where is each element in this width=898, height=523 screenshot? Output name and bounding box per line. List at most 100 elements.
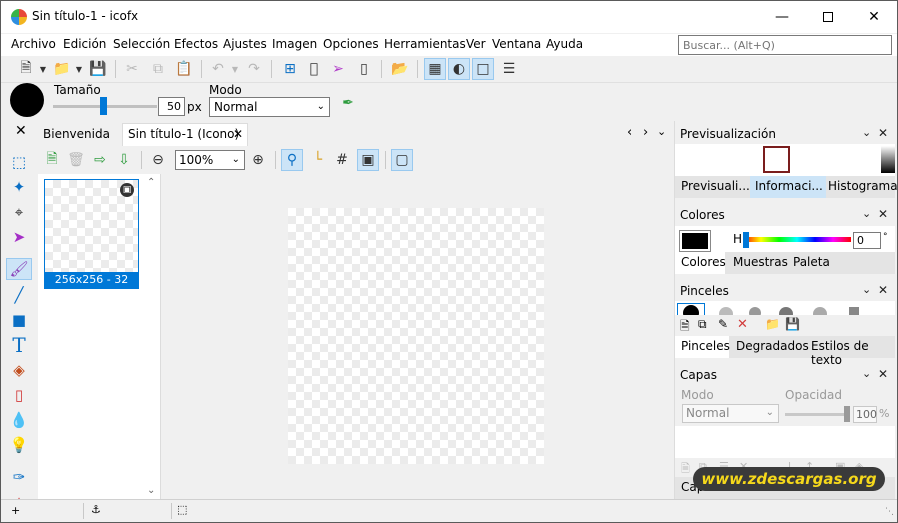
tool-blur[interactable]: 💧 [6,409,32,431]
tab-informacion[interactable]: Informaci... [755,179,823,193]
preview-background-swatch[interactable] [881,146,895,173]
open-dropdown-button[interactable]: ▼ [73,58,85,80]
panel-close-icon[interactable]: ✕ [878,126,888,140]
search-input[interactable] [678,35,892,55]
tool-rectangle[interactable]: ■ [6,309,32,331]
preview-button[interactable]: ▣ [357,149,379,171]
tab-estilos-texto[interactable]: Estilos de texto [811,339,895,367]
undo-dropdown-button[interactable]: ▼ [229,58,241,80]
tool-eraser[interactable]: ▯ [6,384,32,406]
menu-ver[interactable]: Ver [466,37,486,51]
new-file-button[interactable]: 🗎 [15,58,37,80]
selection-mode-button[interactable]: □ [472,58,494,80]
tab-histograma[interactable]: Histograma [828,179,897,193]
mode-select[interactable]: Normal ⌄ [209,97,330,117]
antialias-button[interactable]: ✒ [337,92,359,114]
canvas-bounds-button[interactable]: ▢ [391,149,413,171]
menu-ayuda[interactable]: Ayuda [546,37,583,51]
open-button[interactable]: 📁 [51,58,73,80]
layers-button[interactable]: ☰ [498,58,520,80]
panel-close-icon[interactable]: ✕ [878,367,888,381]
tab-muestras[interactable]: Muestras [733,255,788,269]
redo-button[interactable]: ↷ [243,58,265,80]
new-brush-icon[interactable]: 🗎 [680,317,690,338]
menu-imagen[interactable]: Imagen [272,37,317,51]
import-image-button[interactable]: ⇨ [89,149,111,171]
transparency-button[interactable]: ▦ [424,58,446,80]
tab-paleta[interactable]: Paleta [793,255,830,269]
hue-slider-thumb[interactable] [743,232,749,248]
tool-brush[interactable]: 🖌 [6,258,32,280]
cursor-button[interactable]: ➢ [327,58,349,80]
delete-image-button[interactable]: 🗑 [65,149,87,171]
tool-move[interactable]: ➤ [6,226,32,248]
zoom-select[interactable]: 100% ⌄ [175,150,245,170]
tab-document[interactable]: Sin título-1 (Icono) ✕ [122,123,248,146]
brush-preview[interactable] [719,307,733,315]
brush-preview[interactable] [779,307,793,315]
collapse-icon[interactable]: ⌄ [862,367,871,380]
menu-archivo[interactable]: Archivo [11,37,56,51]
tool-magic-wand[interactable]: ✦ [6,176,32,198]
mac-icon-button[interactable]:  [303,58,325,80]
delete-brush-icon[interactable]: ✕ [737,317,748,332]
menu-ajustes[interactable]: Ajustes [223,37,267,51]
zoom-out-button[interactable]: ⊖ [147,149,169,171]
maximize-button[interactable] [805,1,851,33]
menu-opciones[interactable]: Opciones [323,37,379,51]
brush-preview[interactable] [749,307,761,315]
paste-button[interactable]: 📋 [173,58,195,80]
zoom-in-button[interactable]: ⊕ [247,149,269,171]
brush-preview[interactable] [813,307,827,315]
scroll-down-icon[interactable]: ⌄ [147,485,155,496]
close-button[interactable]: ✕ [851,1,897,33]
mobile-icon-button[interactable]: ▯ [353,58,375,80]
tool-text[interactable]: T [6,333,32,357]
browse-button[interactable]: 📂 [389,58,411,80]
resize-grip-icon[interactable]: ⋱ [885,507,894,517]
tab-previsualizacion[interactable]: Previsuali... [681,179,750,193]
brush-color-swatch[interactable] [10,83,44,117]
tab-bienvenida[interactable]: Bienvenida [43,127,110,141]
tool-dodge[interactable]: 💡 [6,434,32,456]
layer-opacity-slider[interactable] [785,413,849,416]
scroll-up-icon[interactable]: ⌃ [147,177,155,188]
tab-list-icon[interactable]: ⌄ [657,125,666,138]
save-brush-icon[interactable]: 💾 [785,317,800,331]
tab-pinceles[interactable]: Pinceles [681,339,730,353]
grid-button[interactable]: # [331,149,353,171]
rulers-button[interactable]: └ [307,149,329,171]
tab-close-icon[interactable]: ✕ [233,127,243,141]
menu-herramientas[interactable]: Herramientas [384,37,466,51]
layer-mode-select[interactable]: Normal ⌄ [682,404,779,423]
size-input[interactable]: 50 [158,97,185,116]
tab-colores[interactable]: Colores [681,255,726,269]
collapse-icon[interactable]: ⌄ [862,283,871,296]
mask-button[interactable]: ◐ [448,58,470,80]
tool-rect-select[interactable]: ⬚ [6,151,32,173]
tool-fill[interactable]: ◈ [6,359,32,381]
hue-slider[interactable] [743,237,851,242]
tab-prev-icon[interactable]: ‹ [627,125,632,140]
minimize-button[interactable]: — [759,1,805,33]
size-slider-thumb[interactable] [100,97,107,115]
tool-line[interactable]: ╱ [6,284,32,306]
panel-close-icon[interactable]: ✕ [878,283,888,297]
copy-brush-icon[interactable]: ⧉ [698,317,707,332]
tool-eyedropper[interactable]: ✑ [6,466,32,488]
export-image-button[interactable]: ⇩ [113,149,135,171]
menu-ventana[interactable]: Ventana [492,37,541,51]
edit-brush-icon[interactable]: ✎ [718,317,728,331]
copy-button[interactable]: ⧉ [147,58,169,80]
save-button[interactable]: 💾 [87,58,109,80]
add-image-button[interactable]: 🗎 [41,149,63,171]
drawing-canvas[interactable] [288,208,544,464]
undo-button[interactable]: ↶ [207,58,229,80]
primary-color-swatch[interactable] [679,230,711,252]
zoom-tool-button[interactable]: ⚲ [281,149,303,171]
load-brush-icon[interactable]: 📁 [765,317,780,331]
collapse-icon[interactable]: ⌄ [862,126,871,139]
new-dropdown-button[interactable]: ▼ [37,58,49,80]
tool-crop[interactable]: ⌖ [6,201,32,223]
tab-degradados[interactable]: Degradados [736,339,809,353]
